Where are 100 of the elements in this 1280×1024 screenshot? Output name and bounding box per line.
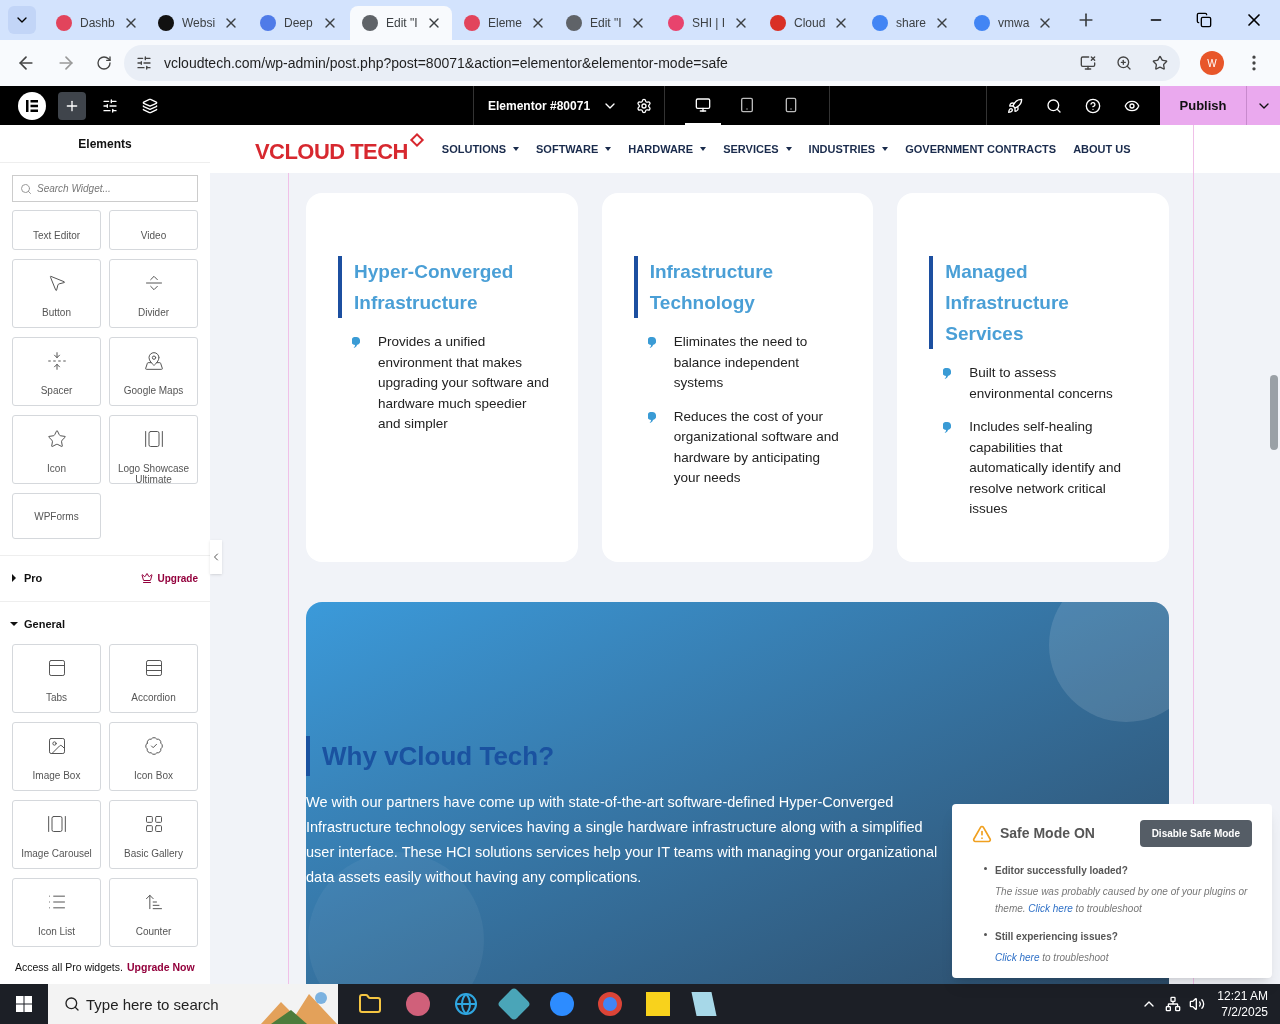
widget-tile[interactable]: Basic Gallery [109, 800, 198, 869]
section-paragraph: We with our partners have come up with state-of-the-art software-defined Hyper-Converged Infrastructure technology services having a single hardware infrastructure along with a simplified user interface. These HCI solutions services help your IT teams with managing your organizational data assets easily without having any complications. [306, 793, 939, 887]
site-favicon [770, 15, 786, 31]
network-icon[interactable] [1165, 996, 1182, 1012]
elementor-logo-icon[interactable] [18, 91, 46, 120]
add-element-button[interactable] [58, 91, 86, 120]
search-icon [64, 996, 80, 1012]
chrome-icon[interactable] [598, 992, 622, 1016]
widget-tile[interactable]: Divider [109, 259, 198, 328]
tab-search-button[interactable] [8, 6, 36, 34]
site-favicon [974, 15, 990, 31]
widget-tile[interactable]: Video [109, 210, 198, 250]
bullet-text: Eliminates the need to balance independent systems [673, 333, 809, 392]
search-field[interactable]: Search Widget... [12, 175, 198, 202]
card-title: Hyper-Converged Infrastructure [338, 256, 558, 318]
widget-icon [143, 273, 164, 293]
widget-tile[interactable]: Counter [109, 878, 198, 947]
help-icon[interactable] [1085, 97, 1101, 114]
screen-off-icon[interactable] [1080, 55, 1096, 71]
site-favicon [464, 15, 480, 31]
zoom-icon[interactable] [1116, 55, 1132, 71]
troubleshoot-link[interactable]: Click here [995, 952, 1040, 963]
widget-tile[interactable]: Icon List [12, 878, 101, 947]
widget-icon [46, 736, 67, 756]
scrollbar[interactable] [1270, 375, 1278, 450]
publish-button[interactable]: Publish [1160, 86, 1246, 125]
layers-icon[interactable] [142, 97, 158, 114]
disable-safe-mode-button[interactable]: Disable Safe Mode [1139, 820, 1252, 847]
nav-link[interactable]: SOLUTIONS [441, 140, 519, 158]
nav-link[interactable]: SERVICES [723, 140, 792, 158]
browser-tab[interactable]: Edit "I [350, 6, 452, 40]
nav-link[interactable]: HARDWARE [628, 140, 707, 158]
card-title: Managed Infrastructure Services [929, 256, 1149, 349]
bullet-text: Includes self-healing capabilities that automatically identify and resolve network critical issues [969, 418, 1122, 518]
widget-tile[interactable]: WPForms [12, 493, 101, 539]
widget-tile[interactable]: Logo Showcase Ultimate [109, 415, 198, 484]
crown-icon [141, 572, 154, 585]
search-icon [20, 183, 32, 195]
item-title: Editor successfully loaded? [995, 864, 1129, 878]
widget-tile[interactable]: Text Editor [12, 210, 101, 250]
search-icon[interactable] [1046, 97, 1062, 114]
bookmark-icon[interactable] [1152, 55, 1168, 71]
windows-start-icon[interactable] [16, 996, 32, 1012]
browser-tab[interactable]: SHI | I [656, 6, 758, 40]
tab-title: Eleme [488, 15, 522, 32]
browser-tab[interactable]: Eleme [452, 6, 554, 40]
widget-tile[interactable]: Icon Box [109, 722, 198, 791]
browser-tab[interactable]: Cloud [758, 6, 860, 40]
browser-tab[interactable]: Deep [248, 6, 350, 40]
browser-tab[interactable]: Edit "I [554, 6, 656, 40]
nav-link[interactable]: GOVERNMENT CONTRACTS [905, 140, 1057, 158]
browser-tab[interactable]: vmwa [962, 6, 1064, 40]
tab-title: Deep [284, 15, 314, 32]
nav-link[interactable]: SOFTWARE [536, 140, 612, 158]
widget-icon [143, 351, 164, 371]
card-title: Infrastructure Technology [633, 256, 854, 318]
widget-icon [143, 429, 164, 449]
taskbar-search-field[interactable]: Type here to search [48, 984, 260, 1024]
nav-link[interactable]: INDUSTRIES [808, 140, 889, 158]
site-favicon [668, 15, 684, 31]
edge-browser-icon[interactable] [454, 992, 478, 1016]
widget-tile[interactable]: Button [12, 259, 101, 328]
site-info-icon[interactable] [136, 55, 152, 71]
tab-title: vmwa [998, 15, 1030, 32]
site-favicon [158, 15, 174, 31]
upgrade-link[interactable]: Upgrade [141, 570, 198, 586]
widget-tile[interactable]: Tabs [12, 644, 101, 713]
widget-tile[interactable]: Google Maps [109, 337, 198, 406]
profile-avatar[interactable]: W [1200, 51, 1224, 75]
tab-title: SHI | I [692, 15, 726, 32]
reload-icon[interactable] [96, 55, 112, 71]
settings-icon[interactable] [636, 97, 653, 114]
browser-tab[interactable]: Dashb [44, 6, 146, 40]
tab-title: Edit "I [590, 15, 622, 32]
file-explorer-icon[interactable] [358, 992, 382, 1016]
section-toggle[interactable]: Pro [12, 570, 43, 587]
troubleshoot-link[interactable]: Click here [1028, 903, 1073, 914]
section-toggle[interactable]: General [12, 615, 65, 632]
upgrade-now-link[interactable]: Upgrade Now [126, 960, 195, 976]
rocket-icon[interactable] [1007, 97, 1023, 114]
volume-icon[interactable] [1189, 996, 1206, 1012]
tab-title: Websi [182, 15, 216, 32]
widget-tile[interactable]: Accordion [109, 644, 198, 713]
app-tile-icon[interactable] [691, 992, 717, 1016]
clock-time[interactable]: 12:21 AM [1217, 988, 1268, 1004]
clock-date[interactable]: 7/2/2025 [1221, 1004, 1268, 1020]
widget-tile[interactable]: Image Box [12, 722, 101, 791]
restore-icon[interactable] [1196, 12, 1212, 28]
document-title[interactable]: Elementor #80071 [474, 96, 633, 115]
bullet-text: Provides a unified environment that makes upgrading your software and hardware much speedier and simpler [378, 333, 550, 433]
address-bar[interactable]: vcloudtech.com/wp-admin/post.php?post=80071&action=elementor&elementor-mode=safe [124, 45, 1180, 81]
widget-tile[interactable]: Image Carousel [12, 800, 101, 869]
widget-tile[interactable]: Icon [12, 415, 101, 484]
nav-link[interactable]: ABOUT US [1073, 140, 1131, 158]
browser-tab[interactable]: share [860, 6, 962, 40]
widget-icon [46, 814, 67, 834]
browser-tab[interactable]: Websi [146, 6, 248, 40]
site-logo[interactable]: VCLOUD TECH [255, 133, 424, 165]
settings-sliders-icon[interactable] [102, 97, 118, 114]
widget-tile[interactable]: Spacer [12, 337, 101, 406]
